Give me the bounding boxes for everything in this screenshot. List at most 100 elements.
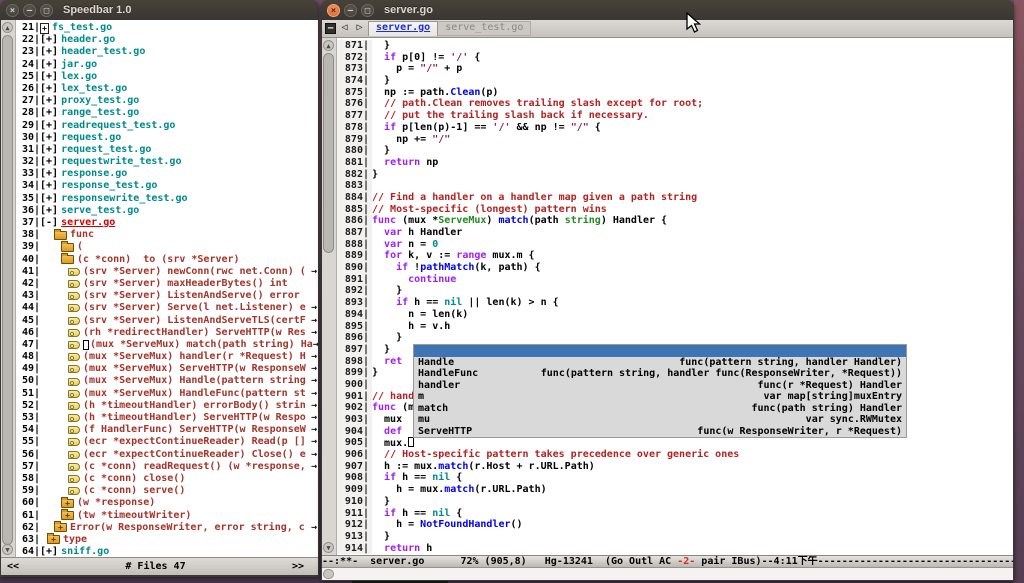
scroll-up-icon[interactable]: ▲ (2, 22, 13, 33)
code-line[interactable]: 908| if h == nil { (337, 472, 1013, 484)
folder-plus-icon[interactable]: + (47, 535, 60, 544)
speedbar-tag-row[interactable]: 45|(srv *Server) ListenAndServeTLS(certF… (16, 315, 318, 327)
code-line[interactable]: 905| mux. (337, 437, 1013, 449)
code-line[interactable]: 894| n = len(k) (337, 309, 1013, 321)
file-name[interactable]: readrequest_test.go (61, 120, 175, 132)
tag-icon[interactable] (68, 329, 80, 337)
code-line[interactable]: 880| } (337, 145, 1013, 157)
code-line[interactable]: 906| // Host-specific pattern takes prec… (337, 449, 1013, 461)
speedbar-tag-row[interactable]: 56|(ecr *expectContinueReader) Close() e… (16, 449, 318, 461)
speedbar-file-row[interactable]: 33|[+]response.go (16, 168, 318, 180)
code-line[interactable]: 891| continue (337, 274, 1013, 286)
tag-icon[interactable] (68, 378, 80, 386)
speedbar-scroll-right[interactable]: >> (292, 561, 318, 572)
speedbar-tag-row[interactable]: 62|+Error(w ResponseWriter, error string… (16, 522, 318, 534)
expand-toggle[interactable]: [+] (40, 156, 58, 168)
tag-label[interactable]: func (70, 229, 94, 241)
expand-toggle[interactable]: [+] (40, 180, 58, 192)
code-line[interactable]: 893| if h == nil || len(k) > n { (337, 297, 1013, 309)
speedbar-tag-row[interactable]: 44|(srv *Server) Serve(l net.Listener) e… (16, 302, 318, 314)
tag-icon[interactable] (68, 390, 80, 398)
code-line[interactable]: 912| h = NotFoundHandler() (337, 519, 1013, 531)
tag-label[interactable]: (c *conn) readRequest() (w *response, (83, 461, 306, 473)
code-line[interactable]: 914| return h (337, 543, 1013, 555)
speedbar-tag-row[interactable]: 52|(h *timeoutHandler) errorBody() strin… (16, 400, 318, 412)
tag-icon[interactable] (68, 426, 80, 434)
close-icon[interactable]: × (6, 4, 19, 17)
scroll-down-icon[interactable]: ▼ (323, 542, 334, 553)
tag-icon[interactable] (68, 292, 80, 300)
tag-label[interactable]: (mux *ServeMux) match(path string) Ha (90, 339, 313, 351)
expand-toggle[interactable]: [+] (40, 132, 58, 144)
tag-icon[interactable] (68, 280, 80, 288)
file-name[interactable]: fs_test.go (52, 22, 112, 34)
expand-toggle[interactable]: [+] (40, 205, 58, 217)
speedbar-scrollbar[interactable]: ▲ ▼ (1, 20, 16, 557)
code-line[interactable]: 877| // put the trailing slash back if n… (337, 110, 1013, 122)
code-line[interactable]: 890| if !pathMatch(k, path) { (337, 262, 1013, 274)
completion-candidate[interactable]: muvar sync.RWMutex (414, 414, 906, 426)
completion-candidate[interactable]: HandleFuncfunc(pattern string, handler f… (414, 368, 906, 380)
tag-label[interactable]: (srv *Server) ListenAndServeTLS(certF (83, 315, 306, 327)
speedbar-tag-row[interactable]: 41|(srv *Server) newConn(rwc net.Conn) (… (16, 266, 318, 278)
file-name[interactable]: header_test.go (61, 46, 145, 58)
expand-toggle[interactable]: [+] (40, 46, 58, 58)
speedbar-file-row[interactable]: 34|[+]response_test.go (16, 180, 318, 192)
file-name[interactable]: sniff.go (61, 546, 109, 557)
code-line[interactable]: 887| var h Handler (337, 227, 1013, 239)
speedbar-tag-row[interactable]: 39|( (16, 241, 318, 253)
tag-label[interactable]: (h *timeoutHandler) ServeHTTP(w Respo (83, 412, 306, 424)
file-name[interactable]: response_test.go (61, 180, 157, 192)
speedbar-tag-row[interactable]: 42|(srv *Server) maxHeaderBytes() int (16, 278, 318, 290)
speedbar-tag-row[interactable]: 47|(mux *ServeMux) match(path string) Ha… (16, 339, 318, 351)
speedbar-file-row[interactable]: 36|[+]serve_test.go (16, 205, 318, 217)
speedbar-file-row[interactable]: 31|[+]request_test.go (16, 144, 318, 156)
maximize-icon[interactable]: □ (361, 4, 374, 17)
tag-label[interactable]: (srv *Server) maxHeaderBytes() int (83, 278, 288, 290)
speedbar-tag-row[interactable]: 58|(c *conn) close() (16, 473, 318, 485)
code-line[interactable]: 910| } (337, 496, 1013, 508)
tag-label[interactable]: Error(w ResponseWriter, error string, c (70, 522, 305, 534)
tag-icon[interactable] (68, 341, 80, 349)
speedbar-file-row[interactable]: 37|[-]server.go (16, 217, 318, 229)
tag-label[interactable]: type (63, 534, 87, 546)
file-page-icon[interactable]: + (40, 23, 49, 34)
minimize-icon[interactable]: – (344, 4, 357, 17)
file-name[interactable]: request_test.go (61, 144, 151, 156)
speedbar-file-row[interactable]: 35|[+]responsewrite_test.go (16, 193, 318, 205)
file-name[interactable]: responsewrite_test.go (61, 193, 187, 205)
tab-back-icon[interactable]: ◁ (338, 22, 351, 35)
speedbar-tag-row[interactable]: 48|(mux *ServeMux) handler(r *Request) H… (16, 351, 318, 363)
code-line[interactable]: 909| h = mux.match(r.URL.Path) (337, 484, 1013, 496)
expand-toggle[interactable]: [+] (40, 144, 58, 156)
code-line[interactable]: 882|} (337, 169, 1013, 181)
file-name[interactable]: server.go (61, 217, 115, 229)
completion-candidate[interactable] (414, 345, 906, 357)
tag-label[interactable]: (srv *Server) ListenAndServe() error (83, 290, 300, 302)
folder-plus-icon[interactable]: + (61, 499, 74, 508)
code-line[interactable]: 881| return np (337, 157, 1013, 169)
file-name[interactable]: requestwrite_test.go (61, 156, 181, 168)
folder-open-icon[interactable] (61, 255, 74, 264)
code-line[interactable]: 872| if p[0] != '/' { (337, 52, 1013, 64)
speedbar-file-row[interactable]: 30|[+]request.go (16, 132, 318, 144)
tag-icon[interactable] (68, 304, 80, 312)
speedbar-file-row[interactable]: 23|[+]header_test.go (16, 46, 318, 58)
completion-candidate[interactable]: matchfunc(path string) Handler (414, 403, 906, 415)
speedbar-scroll-left[interactable]: << (1, 561, 19, 572)
tag-label[interactable]: ( (77, 241, 83, 253)
minibuffer[interactable] (322, 568, 1013, 580)
completion-candidate[interactable]: mvar map[string]muxEntry (414, 391, 906, 403)
file-name[interactable]: lex.go (61, 71, 97, 83)
speedbar-tag-row[interactable]: 51|(mux *ServeMux) HandleFunc(pattern st… (16, 388, 318, 400)
file-name[interactable]: request.go (61, 132, 121, 144)
tag-icon[interactable] (68, 487, 80, 495)
speedbar-tag-row[interactable]: 60|+(w *response) (16, 497, 318, 509)
tag-icon[interactable] (68, 365, 80, 373)
completion-candidate[interactable]: handlerfunc(r *Request) Handler (414, 380, 906, 392)
file-name[interactable]: jar.go (61, 59, 97, 71)
completion-candidate[interactable]: ServeHTTPfunc(w ResponseWriter, r *Reque… (414, 426, 906, 438)
scrollbar-thumb[interactable] (323, 53, 334, 253)
speedbar-file-row[interactable]: 21|+fs_test.go (16, 22, 318, 34)
code-line[interactable]: 896| } (337, 332, 1013, 344)
